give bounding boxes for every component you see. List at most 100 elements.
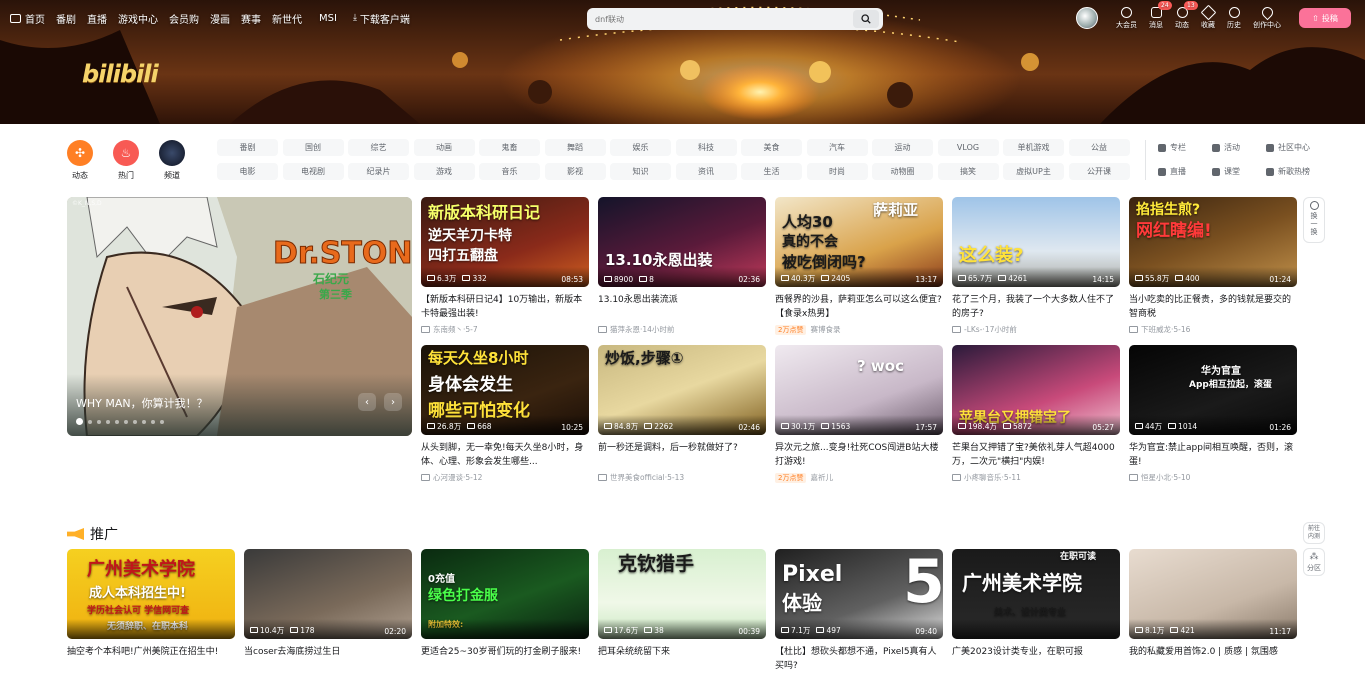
category-tag[interactable]: 生活: [741, 163, 802, 180]
uploader-name[interactable]: 东南频丶: [433, 324, 463, 335]
video-title[interactable]: 前一秒还是调料，后一秒就做好了?: [598, 441, 766, 469]
uploader-name[interactable]: 猫萍永恩: [610, 324, 640, 335]
video-thumbnail[interactable]: 炒饭,步骤① 84.8万 2262 02:46: [598, 345, 766, 435]
carousel-dot[interactable]: [115, 419, 119, 424]
video-card[interactable]: 每天久坐8小时 身体会发生 哪些可怕变化 26.8万 668 10:25 从头到脚，无一幸免…: [421, 345, 589, 483]
video-thumbnail[interactable]: 华为官宣 App相互拉起，滚蛋 44万 1014 01:26: [1129, 345, 1297, 435]
video-card[interactable]: 8.1万 421 11:17 我的私藏爱用首饰2.0 | 质感 | 氛围感: [1129, 549, 1297, 673]
nav-manga[interactable]: 漫画: [210, 11, 230, 26]
video-thumbnail[interactable]: ? woc 30.1万 1563 17:57: [775, 345, 943, 435]
nav-messages[interactable]: 24 消息: [1149, 0, 1172, 30]
nav-anime[interactable]: 番剧: [56, 11, 76, 26]
category-tag[interactable]: 汽车: [806, 139, 868, 156]
nav-mall[interactable]: 会员购: [169, 11, 199, 26]
video-title[interactable]: 西餐界的沙县，萨莉亚怎么可以这么便宜?【食录x热男】: [775, 293, 943, 321]
video-title[interactable]: 抽空考个本科吧!广州美院正在招生中!: [67, 645, 235, 673]
video-thumbnail[interactable]: 苹果台又押错宝了198.4万587205:27: [952, 345, 1120, 435]
zone-button[interactable]: ⁂ 分区: [1303, 548, 1325, 576]
video-card[interactable]: 13.10永恩出装 8900 8 02:36 13.10永恩出装流派 猫萍永恩 · 14小…: [598, 197, 766, 335]
category-tag[interactable]: 国创: [282, 139, 344, 156]
carousel-dot[interactable]: [142, 419, 146, 424]
video-thumbnail[interactable]: 掐指生煎? 网红瞎编! 55.8万 400 01:24: [1129, 197, 1297, 287]
nav-download-client[interactable]: ⤓ 下载客户端: [353, 11, 410, 26]
nav-new-gen[interactable]: 新世代: [272, 11, 302, 26]
video-card[interactable]: 苹果台又押错宝了198.4万587205:27 芒果台又押错了宝?美依礼芽人气超4…: [952, 345, 1120, 483]
carousel-next-button[interactable]: ›: [384, 393, 402, 411]
goto-beta-button[interactable]: 前往内测: [1303, 522, 1325, 544]
video-card[interactable]: 新版本科研日记 逆天羊刀卡特 四打五翻盘 6.3万 332 08:53 【新版本科研日记4】…: [421, 197, 589, 335]
video-thumbnail[interactable]: 8.1万 421 11:17: [1129, 549, 1297, 639]
uploader-name[interactable]: 赛博食录: [810, 324, 840, 335]
video-card[interactable]: 炒饭,步骤① 84.8万 2262 02:46 前一秒还是调料，后一秒就做好了? 世界美食…: [598, 345, 766, 483]
video-thumbnail[interactable]: 13.10永恩出装 8900 8 02:36: [598, 197, 766, 287]
video-card[interactable]: 10.4万 178 02:20 当coser去海底捞过生日: [244, 549, 412, 673]
uploader-name[interactable]: -LKs-: [964, 325, 982, 334]
extra-link[interactable]: 课堂: [1212, 163, 1266, 180]
video-card[interactable]: 广州美术学院成人本科招生中!学历社会认可 学信网可查无须辞职、在职本科抽空考个本…: [67, 549, 235, 673]
channel-channels[interactable]: 频道: [159, 140, 185, 181]
category-tag[interactable]: 综艺: [348, 139, 409, 156]
category-tag[interactable]: 公益: [1068, 139, 1130, 156]
video-title[interactable]: 把耳朵统统留下来: [598, 645, 766, 673]
video-thumbnail[interactable]: 0充值绿色打金服附加特效:: [421, 549, 589, 639]
video-title[interactable]: 更适合25~30岁哥们玩的打金刷子服来!: [421, 645, 589, 673]
carousel-dot[interactable]: [124, 419, 128, 424]
user-avatar[interactable]: [1076, 7, 1098, 29]
video-thumbnail[interactable]: 克钦猎手 17.6万 38 00:39: [598, 549, 766, 639]
refresh-button[interactable]: 换一换: [1303, 197, 1325, 243]
carousel-prev-button[interactable]: ‹: [358, 393, 376, 411]
uploader-name[interactable]: 恒星小北: [1141, 472, 1171, 483]
bilibili-logo[interactable]: bilibili: [82, 60, 159, 88]
nav-vip[interactable]: 大会员: [1116, 6, 1137, 30]
uploader-name[interactable]: 嘉祈儿: [810, 472, 833, 483]
carousel-title[interactable]: WHY MAN，你算计我！？: [76, 395, 208, 411]
video-title[interactable]: 华为官宣:禁止app间相互唤醒，否则，滚蛋!: [1129, 441, 1297, 469]
nav-game-center[interactable]: 游戏中心: [118, 11, 158, 26]
channel-hot[interactable]: ♨ 热门: [113, 140, 139, 181]
video-title[interactable]: 当coser去海底捞过生日: [244, 645, 412, 673]
category-tag[interactable]: 科技: [675, 139, 737, 156]
category-tag[interactable]: 舞蹈: [544, 139, 606, 156]
category-tag[interactable]: 时尚: [806, 163, 868, 180]
video-thumbnail[interactable]: 广州美术学院成人本科招生中!学历社会认可 学信网可查无须辞职、在职本科: [67, 549, 235, 639]
category-tag[interactable]: 电影: [217, 163, 278, 180]
category-tag[interactable]: 娱乐: [610, 139, 671, 156]
carousel-dot[interactable]: [97, 419, 101, 424]
category-tag[interactable]: 电视剧: [282, 163, 344, 180]
video-thumbnail[interactable]: 这么装? 65.7万 4261 14:15: [952, 197, 1120, 287]
category-tag[interactable]: 动物圈: [872, 163, 933, 180]
extra-link[interactable]: 专栏: [1158, 139, 1212, 156]
category-tag[interactable]: 虚拟UP主: [1003, 163, 1064, 180]
video-thumbnail[interactable]: 新版本科研日记 逆天羊刀卡特 四打五翻盘 6.3万 332 08:53: [421, 197, 589, 287]
uploader-name[interactable]: 世界美食official: [610, 472, 665, 483]
extra-link[interactable]: 新歌热榜: [1266, 163, 1320, 180]
uploader-name[interactable]: 小疼聊音乐: [964, 472, 1002, 483]
category-tag[interactable]: 公开课: [1068, 163, 1130, 180]
category-tag[interactable]: 动画: [413, 139, 475, 156]
category-tag[interactable]: 运动: [872, 139, 933, 156]
video-title[interactable]: 13.10永恩出装流派: [598, 293, 766, 321]
nav-msi[interactable]: MSI: [319, 13, 337, 24]
nav-dynamics[interactable]: 13 动态: [1175, 0, 1198, 30]
category-tag[interactable]: 影视: [544, 163, 606, 180]
carousel-dot[interactable]: [106, 419, 110, 424]
video-title[interactable]: 芒果台又押错了宝?美依礼芽人气超4000万，二次元"横扫"内娱!: [952, 441, 1120, 469]
video-title[interactable]: 【新版本科研日记4】10万输出，新版本卡特最强出装!: [421, 293, 589, 321]
category-tag[interactable]: 鬼畜: [479, 139, 540, 156]
carousel-dot[interactable]: [88, 419, 92, 424]
video-title[interactable]: 广美2023设计类专业，在职可报: [952, 645, 1120, 673]
video-thumbnail[interactable]: 10.4万 178 02:20: [244, 549, 412, 639]
nav-history[interactable]: 历史: [1227, 6, 1241, 30]
video-thumbnail[interactable]: 人均30 真的不会 被吃倒闭吗? 萨莉亚 40.3万 2405 13:17: [775, 197, 943, 287]
video-thumbnail[interactable]: 每天久坐8小时 身体会发生 哪些可怕变化 26.8万 668 10:25: [421, 345, 589, 435]
category-tag[interactable]: 知识: [610, 163, 671, 180]
category-tag[interactable]: 音乐: [479, 163, 540, 180]
category-tag[interactable]: 纪录片: [348, 163, 409, 180]
search-input[interactable]: [587, 14, 842, 24]
uploader-name[interactable]: 下班威龙: [1141, 324, 1171, 335]
video-card[interactable]: ? woc 30.1万 1563 17:57 异次元之旅...变身!社死COS闯进B站大…: [775, 345, 943, 483]
carousel-dot[interactable]: [133, 419, 137, 424]
video-thumbnail[interactable]: 在职可读 广州美术学院 美术、设计类专业: [952, 549, 1120, 639]
video-title[interactable]: 从头到脚，无一幸免!每天久坐8小时，身体、心理、形象会发生哪些...: [421, 441, 589, 469]
nav-home[interactable]: 首页: [10, 11, 45, 26]
